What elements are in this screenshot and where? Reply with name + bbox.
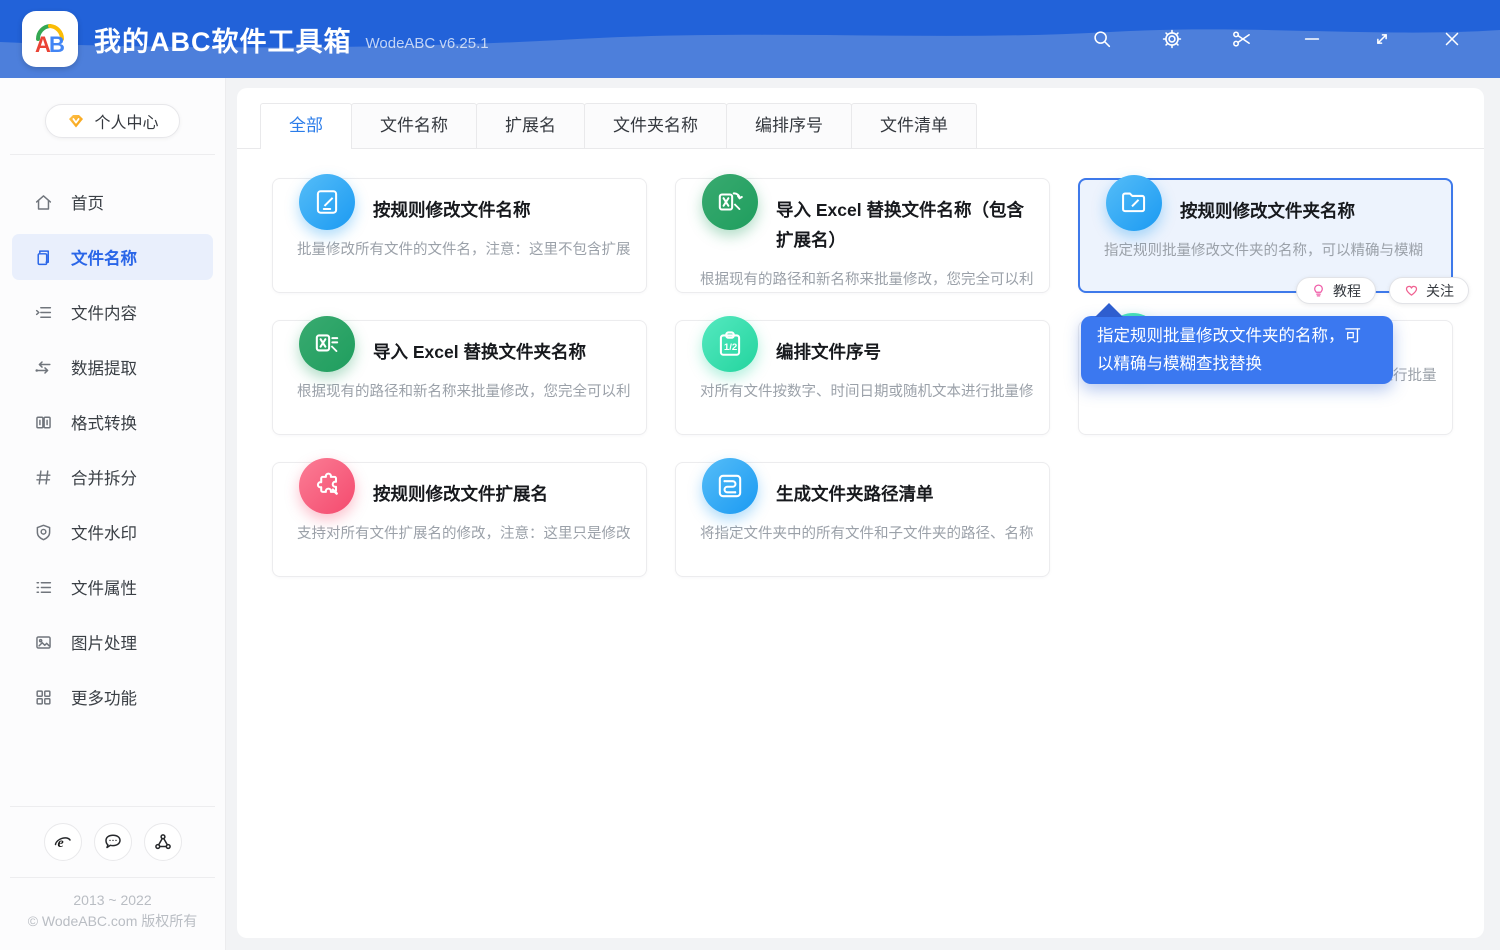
sidebar-item-label: 文件名称 [71, 250, 137, 268]
file-name-icon [37, 249, 49, 265]
tab-file-name[interactable]: 文件名称 [351, 103, 477, 148]
settings-gear-icon[interactable] [1160, 27, 1184, 51]
sidebar-item-label: 合并拆分 [71, 470, 137, 488]
clipboard-number-icon: 1/2 [702, 316, 758, 372]
card-modify-file-name[interactable]: 按规则修改文件名称 批量修改所有文件的文件名，注意：这里不包含扩展 [272, 174, 647, 293]
card-modify-file-extension[interactable]: 按规则修改文件扩展名 支持对所有文件扩展名的修改，注意：这里只是修改 [272, 458, 647, 577]
titlebar: A B 我的ABC软件工具箱 WodeABC v6.25.1 [0, 0, 1500, 78]
sidebar-footer: e 2013 ~ 2022 © WodeABC.com 版权所有 [0, 806, 225, 950]
card-description: 将指定文件夹中的所有文件和子文件夹的路径、名称 [700, 526, 1034, 542]
sidebar: 个人中心 首页 文件名称 文件内容 数据提取 格式转换 合并拆分 文件水印 文件… [0, 78, 226, 950]
card-excel-replace-folder-name[interactable]: 导入 Excel 替换文件夹名称 根据现有的路径和新名称来批量修改，您完全可以利 [272, 316, 647, 435]
sidebar-item-watermark[interactable]: 文件水印 [12, 509, 213, 555]
tab-extension[interactable]: 扩展名 [476, 103, 585, 148]
tutorial-label: 教程 [1333, 282, 1361, 299]
sidebar-item-file-content[interactable]: 文件内容 [12, 289, 213, 335]
hover-tooltip: 指定规则批量修改文件夹的名称，可以精确与模糊查找替换 [1081, 316, 1393, 384]
card-title: 导入 Excel 替换文件名称（包含扩展名） [776, 200, 1024, 250]
sidebar-menu: 首页 文件名称 文件内容 数据提取 格式转换 合并拆分 文件水印 文件属性 图片… [0, 155, 225, 720]
card-description: 支持对所有文件扩展名的修改，注意：这里只是修改 [297, 526, 631, 542]
svg-text:B: B [49, 32, 65, 57]
sidebar-item-more-features[interactable]: 更多功能 [12, 674, 213, 720]
sidebar-item-label: 文件属性 [71, 580, 137, 598]
search-icon[interactable] [1090, 27, 1114, 51]
card-title: 编排文件序号 [776, 342, 881, 362]
card-description: 批量修改所有文件的文件名，注意：这里不包含扩展 [297, 242, 631, 258]
home-icon [35, 194, 52, 210]
sidebar-item-label: 图片处理 [71, 635, 137, 653]
sidebar-item-image-process[interactable]: 图片处理 [12, 619, 213, 665]
card-title: 按规则修改文件扩展名 [373, 484, 548, 504]
data-extract-icon [35, 360, 51, 374]
tab-folder-name[interactable]: 文件夹名称 [584, 103, 727, 148]
tab-file-list[interactable]: 文件清单 [851, 103, 977, 148]
card-description: 指定规则批量修改文件夹的名称，可以精确与模糊 [1104, 243, 1423, 259]
card-title: 按规则修改文件名称 [373, 200, 531, 220]
format-convert-icon [36, 415, 51, 429]
card-title: 按规则修改文件夹名称 [1180, 201, 1355, 221]
resize-icon[interactable] [1370, 27, 1394, 51]
sidebar-item-label: 首页 [71, 195, 104, 213]
file-content-icon [35, 306, 52, 318]
card-title: 导入 Excel 替换文件夹名称 [373, 342, 586, 362]
tooltip-arrow [1095, 303, 1123, 317]
bulb-icon [1314, 284, 1323, 297]
card-title: 生成文件夹路径清单 [776, 484, 934, 504]
card-description: 根据现有的路径和新名称来批量修改，您完全可以利 [297, 384, 631, 400]
tab-all[interactable]: 全部 [260, 103, 352, 149]
sidebar-item-data-extract[interactable]: 数据提取 [12, 344, 213, 390]
follow-button[interactable]: 关注 [1389, 277, 1469, 304]
tutorial-button[interactable]: 教程 [1296, 277, 1376, 304]
heart-icon [1405, 285, 1418, 296]
cards-area: 按规则修改文件名称 批量修改所有文件的文件名，注意：这里不包含扩展 导入 Exc… [237, 149, 1484, 577]
sidebar-item-home[interactable]: 首页 [12, 179, 213, 225]
card-description: 根据现有的路径和新名称来批量修改，您完全可以利 [700, 272, 1034, 288]
sidebar-item-label: 更多功能 [71, 690, 137, 708]
edit-file-icon [299, 174, 355, 230]
route-list-icon [702, 458, 758, 514]
personal-center-label: 个人中心 [94, 115, 159, 132]
copyright-years: 2013 ~ 2022 [73, 892, 152, 908]
sidebar-item-merge-split[interactable]: 合并拆分 [12, 454, 213, 500]
close-icon[interactable] [1440, 27, 1464, 51]
personal-center-button[interactable]: 个人中心 [45, 104, 180, 138]
scissors-icon[interactable] [1230, 27, 1254, 51]
sidebar-item-file-attributes[interactable]: 文件属性 [12, 564, 213, 610]
sidebar-item-label: 文件内容 [71, 305, 137, 323]
folder-edit-icon [1106, 175, 1162, 231]
card-excel-replace-file-name[interactable]: 导入 Excel 替换文件名称（包含扩展名） 根据现有的路径和新名称来批量修改，… [675, 174, 1050, 293]
follow-label: 关注 [1426, 282, 1454, 299]
app-logo-ab-icon: A B [35, 24, 65, 57]
vip-diamond-icon [69, 115, 84, 128]
excel-folder-icon [299, 316, 355, 372]
file-attributes-icon [36, 581, 52, 593]
card-description: 对所有文件按数字、时间日期或随机文本进行批量修 [700, 384, 1034, 400]
category-tabs: 全部 文件名称 扩展名 文件夹名称 编排序号 文件清单 [237, 88, 1484, 149]
card-modify-folder-name[interactable]: 按规则修改文件夹名称 指定规则批量修改文件夹的名称，可以精确与模糊 教程 关注 [1078, 175, 1469, 304]
browser-ie-icon[interactable]: e [43, 823, 82, 861]
sidebar-item-label: 文件水印 [71, 525, 137, 543]
card-generate-folder-path-list[interactable]: 生成文件夹路径清单 将指定文件夹中的所有文件和子文件夹的路径、名称 [675, 458, 1050, 577]
excel-replace-icon [702, 174, 758, 230]
app-version: WodeABC v6.25.1 [365, 34, 489, 52]
share-network-icon[interactable] [143, 823, 182, 861]
copyright-text: © WodeABC.com 版权所有 [27, 913, 198, 929]
tab-serial-number[interactable]: 编排序号 [726, 103, 852, 148]
sidebar-item-format-convert[interactable]: 格式转换 [12, 399, 213, 445]
more-features-icon [36, 689, 51, 705]
sidebar-item-file-name[interactable]: 文件名称 [12, 234, 213, 280]
puzzle-edit-icon [299, 458, 355, 514]
main-panel: 全部 文件名称 扩展名 文件夹名称 编排序号 文件清单 按规则修改文件名称 批量… [237, 88, 1484, 938]
watermark-icon [36, 524, 51, 540]
sidebar-item-label: 格式转换 [71, 415, 137, 433]
merge-split-icon [36, 469, 51, 485]
sidebar-item-label: 数据提取 [71, 360, 137, 378]
card-arrange-file-numbers[interactable]: 1/2 编排文件序号 对所有文件按数字、时间日期或随机文本进行批量修 [675, 316, 1050, 435]
chat-bubble-icon[interactable] [93, 823, 132, 861]
app-logo: A B [22, 11, 78, 67]
svg-text:1/2: 1/2 [724, 342, 737, 353]
image-process-icon [36, 635, 51, 649]
minimize-icon[interactable] [1300, 27, 1324, 51]
app-title: 我的ABC软件工具箱 [94, 26, 352, 57]
